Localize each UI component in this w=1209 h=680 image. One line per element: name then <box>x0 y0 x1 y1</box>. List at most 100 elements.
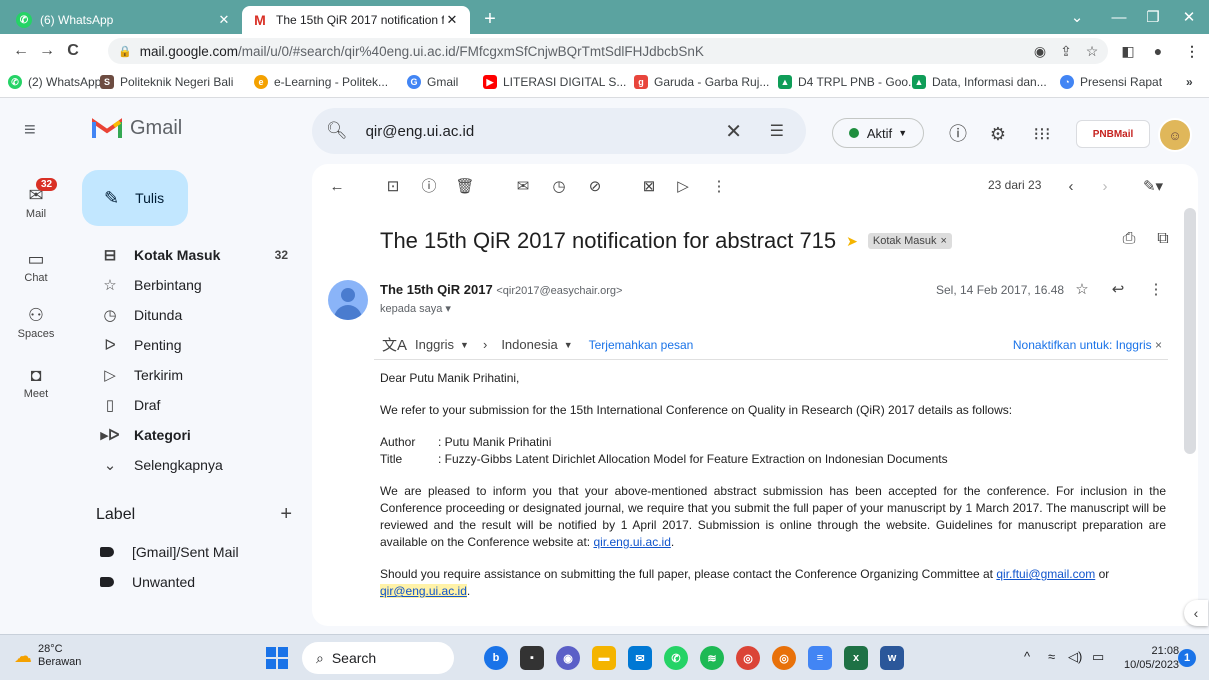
teams-chat-icon[interactable]: ◉ <box>556 646 580 670</box>
word-icon[interactable]: w <box>880 646 904 670</box>
bookmark-presensi[interactable]: ◔ Presensi Rapat <box>1060 75 1162 89</box>
message-more-icon[interactable]: ⋮ <box>1146 280 1166 298</box>
nav-starred[interactable]: ☆ Berbintang <box>72 270 304 300</box>
bookmark-garuda[interactable]: g Garuda - Garba Ruj... <box>634 75 769 89</box>
eye-icon[interactable]: ◉ <box>1028 34 1052 68</box>
new-tab-button[interactable]: + <box>478 8 502 32</box>
open-new-window-icon[interactable]: ⧉ <box>1152 230 1174 252</box>
committee-gmail-link[interactable]: qir.ftui@gmail.com <box>996 567 1095 581</box>
chrome-profile-icon[interactable]: ◎ <box>772 646 796 670</box>
file-explorer-icon[interactable]: ▬ <box>592 646 616 670</box>
minimize-button[interactable]: — <box>1104 5 1134 31</box>
input-tools-icon[interactable]: ✎▾ <box>1138 176 1168 198</box>
excel-icon[interactable]: x <box>844 646 868 670</box>
close-icon[interactable]: × <box>1155 338 1162 352</box>
archive-icon[interactable]: ⊡ <box>382 176 404 198</box>
sender-name[interactable]: The 15th QiR 2017 <box>380 282 493 297</box>
apps-grid-icon[interactable]: ⁝⁝⁝ <box>1030 122 1054 146</box>
wifi-icon[interactable]: ≈ <box>1048 649 1055 664</box>
bookmark-elearning[interactable]: e e-Learning - Politek... <box>254 75 388 89</box>
browser-menu-icon[interactable]: ⋮ <box>1180 34 1204 68</box>
organization-logo[interactable]: PNBMail <box>1076 120 1150 148</box>
taskbar-search[interactable]: ⌕ Search <box>302 642 454 674</box>
side-panel-toggle[interactable]: ‹ <box>1184 600 1208 626</box>
add-task-icon[interactable]: ⊘ <box>584 176 606 198</box>
label-item[interactable]: Unwanted <box>100 570 195 594</box>
forward-icon[interactable]: → <box>34 42 60 60</box>
source-language-select[interactable]: Inggris <box>415 337 454 352</box>
status-dropdown[interactable]: Aktif ▼ <box>832 118 924 148</box>
bookmark-star-icon[interactable]: ☆ <box>1080 34 1104 68</box>
battery-icon[interactable]: ▭ <box>1092 649 1104 665</box>
rail-chat[interactable]: ▭ Chat <box>0 248 72 284</box>
star-icon[interactable]: ☆ <box>1072 280 1092 298</box>
nav-more[interactable]: ⌄ Selengkapnya <box>72 450 304 480</box>
add-label-button[interactable]: + <box>280 504 292 524</box>
restore-button[interactable]: ❐ <box>1138 5 1168 31</box>
bookmark-data-informasi[interactable]: ▲ Data, Informasi dan... <box>912 75 1047 89</box>
task-view-icon[interactable]: ▪ <box>520 646 544 670</box>
whatsapp-icon[interactable]: ✆ <box>664 646 688 670</box>
search-icon[interactable]: 🔍︎ <box>326 121 348 141</box>
tray-overflow-icon[interactable]: ^ <box>1024 649 1030 664</box>
bing-icon[interactable]: b <box>484 646 508 670</box>
label-icon[interactable]: ▷ <box>672 176 694 198</box>
start-button[interactable] <box>266 647 288 669</box>
tab-whatsapp[interactable]: ✆ (6) WhatsApp ✕ <box>6 6 242 34</box>
mail-app-icon[interactable]: ✉ <box>628 646 652 670</box>
notepad-icon[interactable]: ≡ <box>808 646 832 670</box>
side-panel-icon[interactable]: ◧ <box>1116 34 1140 68</box>
tab-search-icon[interactable]: ⌄ <box>1062 5 1092 31</box>
settings-gear-icon[interactable]: ⚙ <box>986 122 1010 146</box>
chrome-icon[interactable]: ◎ <box>736 646 760 670</box>
tab-gmail-message[interactable]: M The 15th QiR 2017 notification fo ✕ <box>242 6 470 34</box>
committee-email-link[interactable]: qir@eng.ui.ac.id <box>380 584 467 598</box>
snooze-icon[interactable]: ◷ <box>548 176 570 198</box>
mark-unread-icon[interactable]: ✉ <box>512 176 534 198</box>
weather-widget[interactable]: ☁ 28°C Berawan <box>14 643 81 669</box>
delete-icon[interactable]: 🗑︎ <box>454 176 476 198</box>
important-marker-icon[interactable]: ➤ <box>846 233 858 250</box>
nav-important[interactable]: ᐅ Penting <box>72 330 304 360</box>
profile-icon[interactable]: ● <box>1146 34 1170 68</box>
search-options-icon[interactable]: ☰ <box>770 121 784 141</box>
close-window-button[interactable]: ✕ <box>1174 5 1204 31</box>
report-spam-icon[interactable]: ⓘ <box>418 176 440 198</box>
compose-button[interactable]: ✎ Tulis <box>82 170 188 226</box>
inbox-label-chip[interactable]: Kotak Masuk × <box>867 233 952 249</box>
nav-inbox[interactable]: ⊟ Kotak Masuk 32 <box>72 240 304 270</box>
bookmark-whatsapp[interactable]: ✆ (2) WhatsApp <box>8 75 101 89</box>
close-tab-icon[interactable]: ✕ <box>216 12 232 28</box>
clock[interactable]: 21:08 10/05/2023 <box>1124 644 1179 672</box>
print-icon[interactable]: ⎙ <box>1118 230 1140 252</box>
address-bar[interactable]: 🔒 mail.google.com/mail/u/0/#search/qir%4… <box>108 38 1108 64</box>
remove-label-icon[interactable]: × <box>940 235 946 247</box>
gmail-logo[interactable]: Gmail <box>92 116 182 140</box>
newer-icon[interactable]: ‹ <box>1060 176 1082 198</box>
message-scrollbar[interactable] <box>1184 208 1196 454</box>
search-input[interactable]: qir@eng.ui.ac.id <box>366 123 475 140</box>
clear-search-icon[interactable]: ✕ <box>725 119 742 144</box>
nav-drafts[interactable]: ▯ Draf <box>72 390 304 420</box>
spotify-icon[interactable]: ≋ <box>700 646 724 670</box>
label-item[interactable]: [Gmail]/Sent Mail <box>100 540 239 564</box>
rail-meet[interactable]: ◘ Meet <box>0 364 72 400</box>
older-icon[interactable]: › <box>1094 176 1116 198</box>
nav-sent[interactable]: ▷ Terkirim <box>72 360 304 390</box>
account-avatar[interactable]: ☺ <box>1158 118 1192 152</box>
rail-spaces[interactable]: ⚇ Spaces <box>0 304 72 340</box>
main-menu-icon[interactable]: ≡ <box>24 120 46 140</box>
speaker-icon[interactable]: ◁) <box>1068 649 1082 665</box>
notification-badge[interactable]: 1 <box>1178 649 1196 667</box>
share-icon[interactable]: ⇪ <box>1054 34 1078 68</box>
conference-website-link[interactable]: qir.eng.ui.ac.id <box>593 535 670 549</box>
bookmark-gmail[interactable]: G Gmail <box>407 75 458 89</box>
reload-icon[interactable]: C <box>60 42 86 60</box>
rail-mail[interactable]: ✉ 32 Mail <box>0 178 72 220</box>
bookmark-pnb[interactable]: S Politeknik Negeri Bali <box>100 75 233 89</box>
more-options-icon[interactable]: ⋮ <box>708 176 730 198</box>
disable-translation-link[interactable]: Nonaktifkan untuk: Inggris × <box>1013 338 1162 352</box>
search-bar[interactable]: 🔍︎ qir@eng.ui.ac.id ✕ ☰ <box>312 108 806 154</box>
back-icon[interactable]: ← <box>8 42 34 60</box>
help-icon[interactable]: ⓘ <box>946 122 970 146</box>
